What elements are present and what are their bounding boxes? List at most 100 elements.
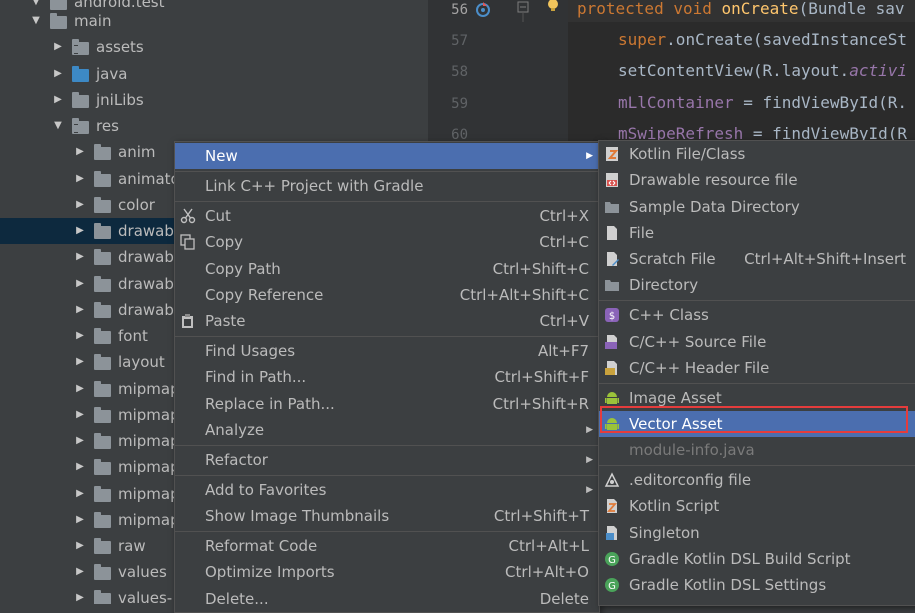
expand-arrow-right-icon[interactable]: ▶ bbox=[52, 61, 64, 87]
menu-separator bbox=[599, 300, 915, 301]
expand-arrow-right-icon[interactable]: ▶ bbox=[74, 402, 86, 428]
submenu-arrow-icon: ▶ bbox=[586, 425, 593, 435]
context-menu: New ▶ Link C++ Project with Gradle Cut C… bbox=[174, 141, 600, 613]
expand-arrow-right-icon[interactable]: ▶ bbox=[74, 507, 86, 533]
folder-icon bbox=[94, 328, 111, 344]
folder-icon bbox=[94, 249, 111, 265]
tree-item-label: res bbox=[96, 117, 119, 135]
submenu-item-kotlin-file-class[interactable]: Kotlin File/Class bbox=[599, 141, 915, 167]
tree-item-label: animato bbox=[118, 170, 180, 188]
menu-item-add-to-favorites[interactable]: Add to Favorites ▶ bbox=[175, 477, 599, 503]
expand-arrow-right-icon[interactable]: ▶ bbox=[52, 34, 64, 60]
tree-item-label: mipmap bbox=[118, 458, 180, 476]
expand-arrow-right-icon[interactable]: ▶ bbox=[74, 428, 86, 454]
expand-arrow-right-icon[interactable]: ▶ bbox=[74, 271, 86, 297]
submenu-arrow-icon: ▶ bbox=[586, 151, 593, 161]
menu-item-analyze[interactable]: Analyze ▶ bbox=[175, 417, 599, 443]
expand-arrow-right-icon[interactable]: ▶ bbox=[74, 297, 86, 323]
tree-item-label: mipmap bbox=[118, 432, 180, 450]
menu-item-refactor[interactable]: Refactor ▶ bbox=[175, 447, 599, 473]
submenu-item-gradle-settings[interactable]: G Gradle Kotlin DSL Settings bbox=[599, 572, 915, 598]
expand-arrow-right-icon[interactable]: ▶ bbox=[74, 166, 86, 192]
svg-text:G: G bbox=[608, 581, 616, 592]
expand-arrow-right-icon[interactable]: ▶ bbox=[74, 244, 86, 270]
submenu-item-gradle-build-script[interactable]: G Gradle Kotlin DSL Build Script bbox=[599, 546, 915, 572]
submenu-item-cpp-class[interactable]: $ C++ Class bbox=[599, 302, 915, 328]
tree-item-label: font bbox=[118, 327, 148, 345]
scissors-icon bbox=[180, 208, 196, 224]
folder-icon bbox=[94, 223, 111, 239]
tree-item-label: layout bbox=[118, 353, 165, 371]
tree-item-main[interactable]: ▼ main bbox=[0, 8, 428, 34]
file-icon bbox=[607, 226, 617, 240]
menu-item-copy-path[interactable]: Copy Path Ctrl+Shift+C bbox=[175, 256, 599, 282]
menu-separator bbox=[175, 171, 599, 172]
scratch-file-icon bbox=[607, 252, 619, 266]
expand-arrow-right-icon[interactable]: ▶ bbox=[74, 218, 86, 244]
expand-arrow-right-icon[interactable]: ▶ bbox=[74, 349, 86, 375]
resource-folder-icon bbox=[72, 39, 89, 55]
new-submenu: Kotlin File/Class Drawable resource file… bbox=[598, 140, 915, 606]
submenu-item-cpp-source-file[interactable]: C/C++ Source File bbox=[599, 329, 915, 355]
menu-item-show-image-thumbnails[interactable]: Show Image Thumbnails Ctrl+Shift+T bbox=[175, 503, 599, 529]
tree-item-label: assets bbox=[96, 38, 144, 56]
menu-separator bbox=[175, 475, 599, 476]
tree-item-jnilibs[interactable]: ▶ jniLibs bbox=[0, 87, 428, 113]
tree-item-res[interactable]: ▼ res bbox=[0, 113, 428, 139]
submenu-item-kotlin-script[interactable]: Kotlin Script bbox=[599, 493, 915, 519]
menu-item-link-cpp-project[interactable]: Link C++ Project with Gradle bbox=[175, 173, 599, 199]
menu-item-reformat-code[interactable]: Reformat Code Ctrl+Alt+L bbox=[175, 533, 599, 559]
line-number: 57 bbox=[451, 33, 468, 49]
submenu-item-scratch-file[interactable]: Scratch File Ctrl+Alt+Shift+Insert bbox=[599, 246, 915, 272]
code-line: super.onCreate(savedInstanceSt bbox=[618, 30, 907, 49]
expand-arrow-right-icon[interactable]: ▶ bbox=[74, 481, 86, 507]
submenu-item-singleton[interactable]: Singleton bbox=[599, 520, 915, 546]
tree-item-label: java bbox=[96, 65, 128, 83]
submenu-item-drawable-resource-file[interactable]: Drawable resource file bbox=[599, 167, 915, 193]
tree-item-label: mipmap bbox=[118, 511, 180, 529]
tree-item-label: anim bbox=[118, 143, 156, 161]
expand-arrow-right-icon[interactable]: ▶ bbox=[74, 559, 86, 585]
menu-item-paste[interactable]: Paste Ctrl+V bbox=[175, 308, 599, 334]
tree-item-java[interactable]: ▶ java bbox=[0, 61, 428, 87]
override-method-icon[interactable] bbox=[474, 1, 494, 21]
menu-item-delete[interactable]: Delete... Delete bbox=[175, 586, 599, 612]
menu-item-copy-reference[interactable]: Copy Reference Ctrl+Alt+Shift+C bbox=[175, 282, 599, 308]
expand-arrow-right-icon[interactable]: ▶ bbox=[74, 454, 86, 480]
folder-icon bbox=[94, 486, 111, 502]
tree-item-label: drawab bbox=[118, 248, 174, 266]
expand-arrow-right-icon[interactable]: ▶ bbox=[74, 585, 86, 604]
submenu-item-editorconfig-file[interactable]: .editorconfig file bbox=[599, 467, 915, 493]
tree-item-label: mipmap bbox=[118, 485, 180, 503]
menu-item-cut[interactable]: Cut Ctrl+X bbox=[175, 203, 599, 229]
menu-item-find-in-path[interactable]: Find in Path... Ctrl+Shift+F bbox=[175, 364, 599, 390]
fold-marker-icon[interactable] bbox=[515, 0, 531, 22]
svg-text:G: G bbox=[608, 555, 616, 566]
menu-item-new[interactable]: New ▶ bbox=[175, 143, 599, 169]
expand-arrow-right-icon[interactable]: ▶ bbox=[74, 192, 86, 218]
expand-arrow-right-icon[interactable]: ▶ bbox=[74, 533, 86, 559]
expand-arrow-right-icon[interactable]: ▶ bbox=[52, 87, 64, 113]
expand-arrow-down-icon[interactable]: ▼ bbox=[30, 8, 42, 34]
tree-item-label: drawab bbox=[118, 301, 174, 319]
folder-icon bbox=[94, 433, 111, 449]
intention-bulb-icon[interactable] bbox=[545, 0, 561, 14]
tree-item-assets[interactable]: ▶ assets bbox=[0, 34, 428, 60]
expand-arrow-down-icon[interactable]: ▼ bbox=[52, 113, 64, 139]
submenu-item-cpp-header-file[interactable]: C/C++ Header File bbox=[599, 355, 915, 381]
folder-icon bbox=[72, 92, 89, 108]
expand-arrow-right-icon[interactable]: ▶ bbox=[74, 323, 86, 349]
menu-item-optimize-imports[interactable]: Optimize Imports Ctrl+Alt+O bbox=[175, 559, 599, 585]
copy-icon bbox=[180, 234, 195, 250]
menu-item-copy[interactable]: Copy Ctrl+C bbox=[175, 229, 599, 255]
submenu-item-sample-data-directory[interactable]: Sample Data Directory bbox=[599, 194, 915, 220]
line-number: 56 bbox=[451, 2, 468, 18]
submenu-item-file[interactable]: File bbox=[599, 220, 915, 246]
kotlin-script-icon bbox=[607, 499, 617, 513]
menu-item-replace-in-path[interactable]: Replace in Path... Ctrl+Shift+R bbox=[175, 391, 599, 417]
menu-item-find-usages[interactable]: Find Usages Alt+F7 bbox=[175, 338, 599, 364]
expand-arrow-right-icon[interactable]: ▶ bbox=[74, 376, 86, 402]
submenu-item-directory[interactable]: Directory bbox=[599, 272, 915, 298]
editorconfig-icon bbox=[604, 472, 620, 487]
expand-arrow-right-icon[interactable]: ▶ bbox=[74, 139, 86, 165]
